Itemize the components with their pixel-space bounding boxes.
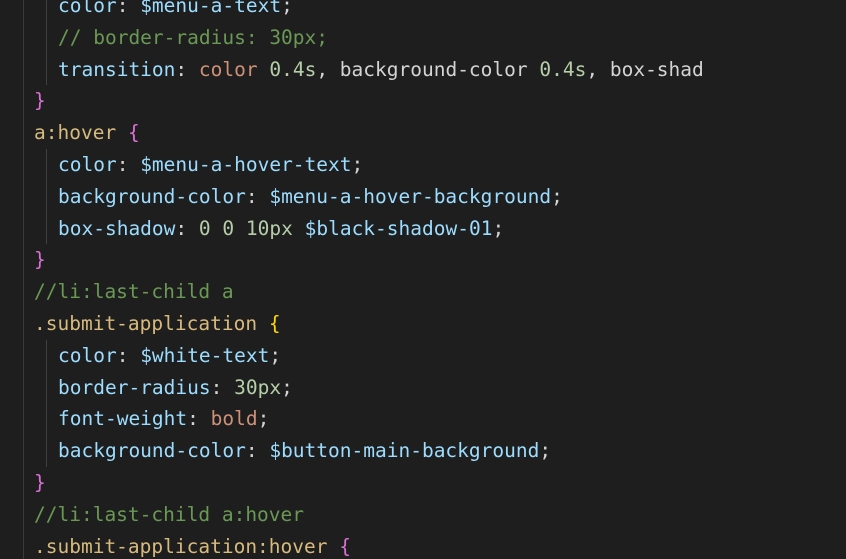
code-token: $menu-a-hover-text bbox=[140, 152, 352, 176]
code-token: : bbox=[245, 184, 270, 208]
indent-guide bbox=[23, 0, 24, 559]
code-line[interactable]: color: $menu-a-text; bbox=[34, 0, 704, 22]
indent-guide bbox=[46, 21, 47, 54]
indent-guide bbox=[46, 403, 47, 436]
code-token: ; bbox=[281, 375, 293, 399]
code-token: 0 bbox=[222, 216, 235, 240]
code-line[interactable]: } bbox=[34, 85, 704, 117]
code-token: } bbox=[34, 89, 46, 113]
code-token: $menu-a-hover-background bbox=[269, 184, 552, 208]
indent-guide bbox=[46, 53, 47, 86]
code-token: ; bbox=[269, 343, 282, 367]
code-token: box-shadow bbox=[58, 216, 176, 240]
code-line[interactable]: .submit-application:hover { bbox=[34, 531, 704, 559]
code-token: font-weight bbox=[58, 407, 188, 431]
indent-guide bbox=[46, 371, 47, 404]
code-token: : bbox=[116, 152, 141, 176]
code-line[interactable]: box-shadow: 0 0 10px $black-shadow-01; bbox=[34, 212, 704, 245]
code-token: transition bbox=[58, 57, 176, 81]
code-line[interactable]: background-color: $button-main-backgroun… bbox=[34, 435, 704, 467]
code-line[interactable]: border-radius: 30px; bbox=[34, 371, 704, 404]
code-token: : bbox=[245, 439, 270, 463]
indent-guide bbox=[46, 148, 47, 181]
code-line[interactable]: background-color: $menu-a-hover-backgrou… bbox=[34, 180, 704, 213]
indent-guide bbox=[46, 0, 47, 22]
code-token: //li:last-child a:hover bbox=[34, 502, 305, 526]
code-token: 0.4s bbox=[539, 57, 587, 81]
code-token: 30px bbox=[234, 375, 282, 399]
code-token: //li:last-child a bbox=[34, 280, 234, 304]
indent-guide bbox=[46, 180, 47, 213]
code-token: : bbox=[175, 57, 199, 81]
code-line[interactable]: // border-radius: 30px; bbox=[34, 21, 704, 54]
code-token: background-color bbox=[58, 184, 246, 208]
code-token: { bbox=[339, 534, 351, 558]
code-token: 0 bbox=[198, 216, 211, 240]
code-line[interactable]: a:hover { bbox=[34, 117, 704, 149]
code-line[interactable]: color: $white-text; bbox=[34, 339, 704, 372]
code-token: $white-text bbox=[140, 343, 270, 367]
code-token: background-color bbox=[339, 57, 528, 81]
code-token: 10px bbox=[245, 216, 293, 240]
code-token: : bbox=[116, 0, 141, 17]
code-token: , bbox=[316, 57, 340, 81]
code-token: ; bbox=[281, 0, 293, 17]
code-token: color bbox=[198, 57, 258, 81]
code-token: box-shad bbox=[609, 57, 704, 81]
indent-guide bbox=[46, 435, 47, 467]
code-token: 0.4s bbox=[269, 57, 317, 81]
code-token: { bbox=[127, 121, 140, 145]
code-token: : bbox=[175, 216, 199, 240]
code-token: ; bbox=[539, 439, 552, 463]
code-token: { bbox=[268, 311, 281, 335]
code-line[interactable]: .submit-application { bbox=[34, 308, 704, 340]
code-token: , bbox=[586, 57, 610, 81]
code-line[interactable]: //li:last-child a bbox=[34, 276, 704, 308]
code-line[interactable]: font-weight: bold; bbox=[34, 403, 704, 436]
code-token: .submit-application bbox=[34, 311, 258, 335]
code-token: $black-shadow-01 bbox=[304, 216, 493, 240]
code-token: .submit-application:hover bbox=[34, 534, 328, 558]
code-token: bold bbox=[210, 407, 258, 431]
code-line[interactable]: //li:last-child a:hover bbox=[34, 499, 704, 531]
code-token: ; bbox=[551, 184, 563, 208]
code-token: $button-main-background bbox=[269, 439, 540, 463]
indent-guide bbox=[46, 212, 47, 245]
code-token: ; bbox=[351, 152, 364, 176]
code-token: border-radius bbox=[58, 375, 211, 399]
code-token: } bbox=[34, 470, 46, 494]
code-token: : bbox=[116, 343, 141, 367]
code-line[interactable]: } bbox=[34, 244, 704, 276]
code-editor[interactable]: color: $menu-a-text; // border-radius: 30… bbox=[0, 0, 846, 559]
code-token: color bbox=[58, 343, 117, 367]
indent-guide bbox=[46, 339, 47, 372]
code-token: color bbox=[58, 152, 117, 176]
code-token: color bbox=[58, 0, 117, 17]
code-token: : bbox=[210, 375, 235, 399]
code-token: ; bbox=[492, 216, 505, 240]
code-line[interactable]: } bbox=[34, 467, 704, 499]
code-token: // border-radius: 30px; bbox=[58, 25, 329, 49]
code-token: $menu-a-text bbox=[140, 0, 282, 17]
code-token: background-color bbox=[58, 439, 246, 463]
code-token: ; bbox=[257, 407, 270, 431]
code-line[interactable]: color: $menu-a-hover-text; bbox=[34, 148, 704, 181]
code-area[interactable]: color: $menu-a-text; // border-radius: 30… bbox=[34, 0, 704, 559]
code-token: a:hover bbox=[34, 121, 117, 145]
code-token: } bbox=[34, 248, 46, 272]
code-token: : bbox=[187, 407, 211, 431]
code-line[interactable]: transition: color 0.4s, background-color… bbox=[34, 53, 704, 86]
